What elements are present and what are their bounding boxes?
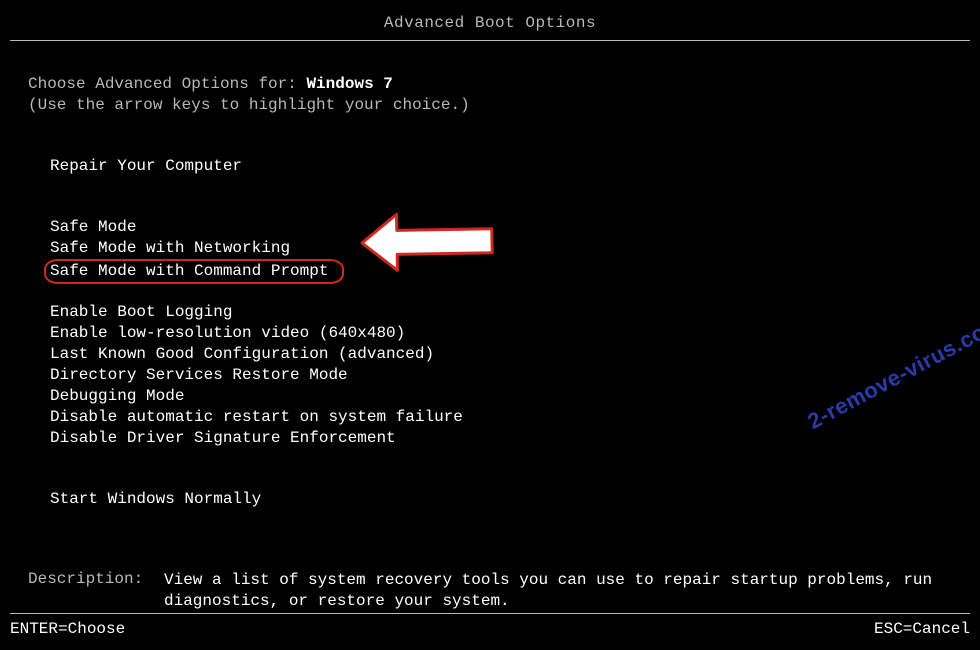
footer-enter-hint: ENTER=Choose (10, 620, 125, 638)
menu-directory-services-restore[interactable]: Directory Services Restore Mode (50, 365, 970, 386)
hint-text: (Use the arrow keys to highlight your ch… (28, 96, 970, 114)
description-label: Description: (28, 570, 164, 612)
menu-disable-driver-sig[interactable]: Disable Driver Signature Enforcement (50, 428, 970, 449)
menu-safe-mode-command-prompt[interactable]: Safe Mode with Command Prompt (44, 259, 344, 284)
menu-last-known-good-config[interactable]: Last Known Good Configuration (advanced) (50, 344, 970, 365)
os-name: Windows 7 (306, 75, 392, 93)
description-text: View a list of system recovery tools you… (164, 570, 970, 612)
menu-enable-low-res-video[interactable]: Enable low-resolution video (640x480) (50, 323, 970, 344)
menu-safe-mode[interactable]: Safe Mode (50, 217, 970, 238)
menu-repair-your-computer[interactable]: Repair Your Computer (50, 156, 970, 177)
choose-line: Choose Advanced Options for: Windows 7 (28, 75, 970, 93)
menu-disable-auto-restart[interactable]: Disable automatic restart on system fail… (50, 407, 970, 428)
page-title: Advanced Boot Options (10, 8, 970, 41)
choose-prefix: Choose Advanced Options for: (28, 75, 306, 93)
menu-debugging-mode[interactable]: Debugging Mode (50, 386, 970, 407)
menu-safe-mode-networking[interactable]: Safe Mode with Networking (50, 238, 970, 259)
menu-start-windows-normally[interactable]: Start Windows Normally (50, 489, 970, 510)
footer-bar: ENTER=Choose ESC=Cancel (10, 613, 970, 638)
menu-enable-boot-logging[interactable]: Enable Boot Logging (50, 302, 970, 323)
footer-esc-hint: ESC=Cancel (874, 620, 970, 638)
